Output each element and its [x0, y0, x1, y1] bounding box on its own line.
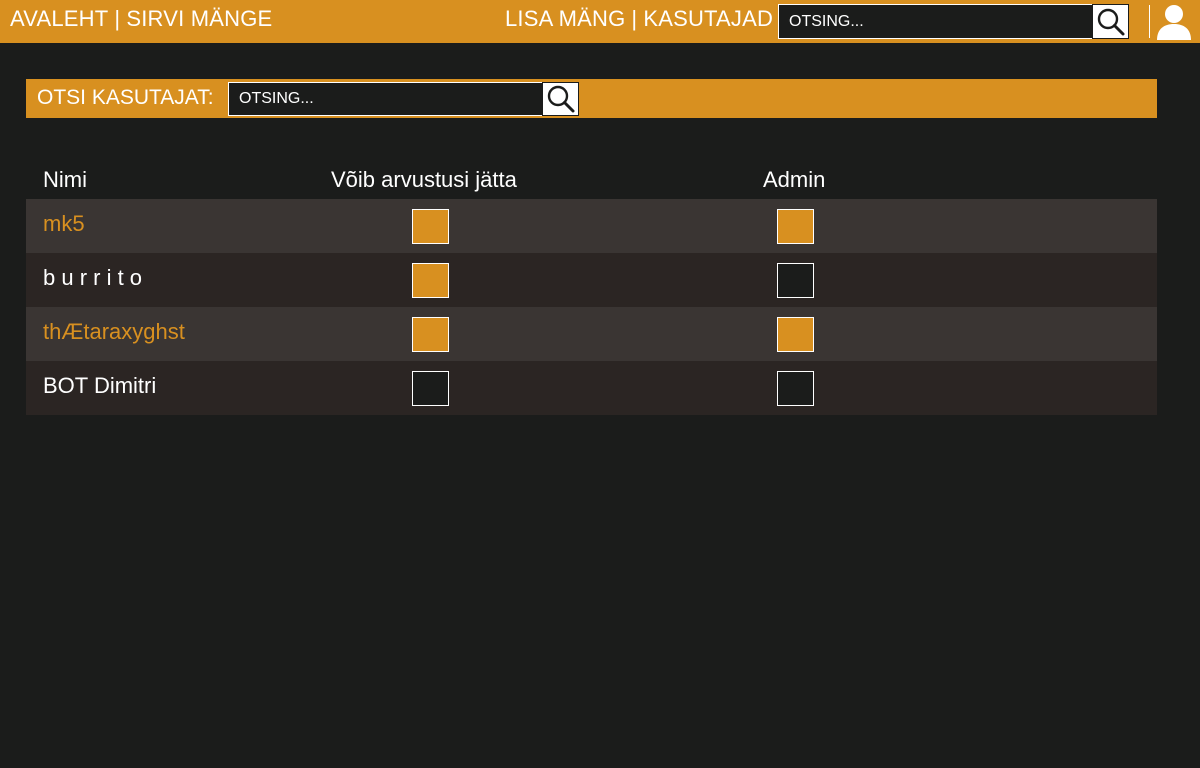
- can-review-checkbox[interactable]: [412, 209, 449, 244]
- user-name: mk5: [43, 211, 85, 236]
- can-review-checkbox[interactable]: [412, 263, 449, 298]
- top-search-input[interactable]: [778, 4, 1093, 39]
- user-name: BOT Dimitri: [43, 373, 157, 398]
- table-row: b u r r i t o: [26, 253, 1157, 307]
- navbar-divider: [1149, 5, 1150, 38]
- column-header-name: Nimi: [43, 167, 87, 192]
- nav-separator: |: [631, 6, 638, 31]
- users-table-body: mk5 b u r r i t o thÆtaraxyghst BOT Dimi…: [26, 199, 1157, 415]
- nav-left-group: AVALEHT | SIRVI MÄNGE: [10, 6, 272, 32]
- nav-add-game-link[interactable]: LISA MÄNG: [505, 6, 625, 31]
- users-table-header: Nimi Võib arvustusi jätta Admin: [26, 167, 1157, 199]
- can-review-checkbox[interactable]: [412, 371, 449, 406]
- column-header-can-review: Võib arvustusi jätta: [331, 167, 517, 192]
- table-row: thÆtaraxyghst: [26, 307, 1157, 361]
- nav-rate-games-link[interactable]: SIRVI MÄNGE: [126, 6, 272, 31]
- table-row: BOT Dimitri: [26, 361, 1157, 415]
- can-review-checkbox[interactable]: [412, 317, 449, 352]
- search-icon: [547, 85, 574, 113]
- user-search-bar: OTSI KASUTAJAT:: [26, 79, 1157, 118]
- column-header-admin: Admin: [763, 167, 826, 192]
- user-name: thÆtaraxyghst: [43, 319, 185, 344]
- nav-users-link[interactable]: KASUTAJAD: [643, 6, 773, 31]
- user-search-label: OTSI KASUTAJAT:: [37, 86, 214, 109]
- nav-home-link[interactable]: AVALEHT: [10, 6, 108, 31]
- user-account-button[interactable]: [1156, 3, 1192, 41]
- admin-checkbox[interactable]: [777, 263, 814, 298]
- user-search-input[interactable]: [228, 82, 543, 116]
- admin-checkbox[interactable]: [777, 209, 814, 244]
- user-icon: [1157, 5, 1191, 40]
- admin-checkbox[interactable]: [777, 317, 814, 352]
- nav-separator: |: [114, 6, 121, 31]
- top-navbar: AVALEHT | SIRVI MÄNGE LISA MÄNG | KASUTAJAD: [0, 0, 1200, 43]
- user-search-button[interactable]: [542, 82, 579, 116]
- nav-right-group: LISA MÄNG | KASUTAJAD: [505, 6, 773, 32]
- top-search-button[interactable]: [1092, 4, 1129, 39]
- admin-checkbox[interactable]: [777, 371, 814, 406]
- search-icon: [1097, 8, 1124, 35]
- table-row: mk5: [26, 199, 1157, 253]
- user-name: b u r r i t o: [43, 265, 143, 290]
